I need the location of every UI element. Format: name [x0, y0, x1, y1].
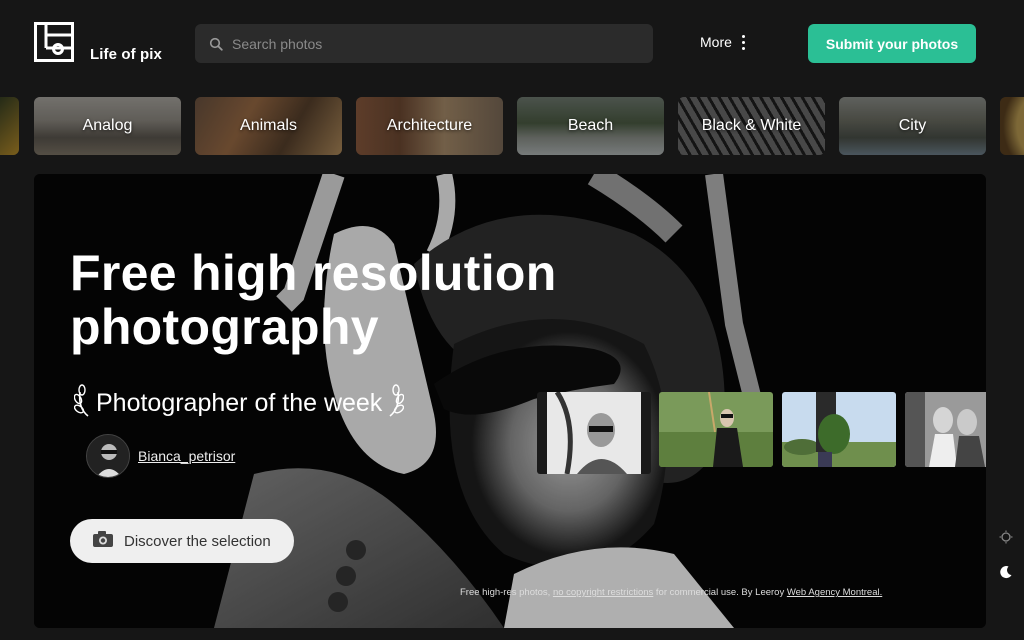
selection-thumb-1[interactable] [537, 392, 651, 474]
category-analog[interactable]: Analog [34, 97, 181, 155]
logo-text[interactable]: Life of pix [90, 46, 162, 63]
category-strip: Analog Animals Architecture Beach Black … [0, 97, 1024, 155]
selection-thumb-3[interactable] [782, 392, 896, 467]
laurel-right-icon [384, 382, 405, 425]
photographer-of-the-week: Photographer of the week [73, 382, 405, 425]
search-bar[interactable] [195, 24, 653, 63]
selection-thumb-4[interactable] [905, 392, 986, 467]
credit-prefix: Free high-res photos, [460, 587, 553, 598]
category-animals[interactable]: Animals [195, 97, 342, 155]
camera-icon [92, 530, 114, 552]
laurel-left-icon [73, 382, 94, 425]
hero-credit: Free high-res photos, no copyright restr… [460, 587, 882, 598]
category-architecture[interactable]: Architecture [356, 97, 503, 155]
category-beach[interactable]: Beach [517, 97, 664, 155]
more-menu[interactable]: More [700, 34, 745, 50]
no-copyright-link[interactable]: no copyright restrictions [553, 587, 653, 598]
category-label: Animals [240, 117, 297, 134]
web-agency-link[interactable]: Web Agency Montreal. [787, 587, 882, 598]
sun-icon[interactable] [999, 530, 1013, 549]
life-of-pix-logo[interactable] [34, 22, 74, 62]
theme-toggle [997, 530, 1015, 580]
category-partial-left[interactable] [0, 97, 19, 155]
discover-label: Discover the selection [124, 532, 271, 550]
more-dots-icon [741, 34, 745, 50]
photographer-name-link[interactable]: Bianca_petrisor [138, 448, 235, 464]
credit-middle: for commercial use. By Leeroy [653, 587, 787, 598]
discover-selection-button[interactable]: Discover the selection [70, 519, 294, 563]
photographer-info: Bianca_petrisor [86, 434, 235, 478]
category-label: Black & White [701, 117, 802, 134]
selection-thumb-2[interactable] [659, 392, 773, 467]
hero-banner: Free high resolution photography Photogr… [34, 174, 986, 628]
category-black-white[interactable]: Black & White [678, 97, 825, 155]
category-partial-right[interactable] [1000, 97, 1024, 155]
hero-title: Free high resolution photography [70, 245, 557, 355]
submit-photos-button[interactable]: Submit your photos [808, 24, 976, 63]
more-label: More [700, 34, 732, 50]
category-label: Architecture [386, 117, 473, 134]
avatar[interactable] [86, 434, 130, 478]
category-city[interactable]: City [839, 97, 986, 155]
search-icon [209, 37, 223, 51]
moon-icon[interactable] [999, 565, 1013, 584]
category-label: Analog [82, 117, 133, 134]
category-label: City [898, 117, 927, 134]
category-label: Beach [567, 117, 614, 134]
potw-label: Photographer of the week [96, 389, 383, 417]
search-input[interactable] [232, 35, 612, 52]
